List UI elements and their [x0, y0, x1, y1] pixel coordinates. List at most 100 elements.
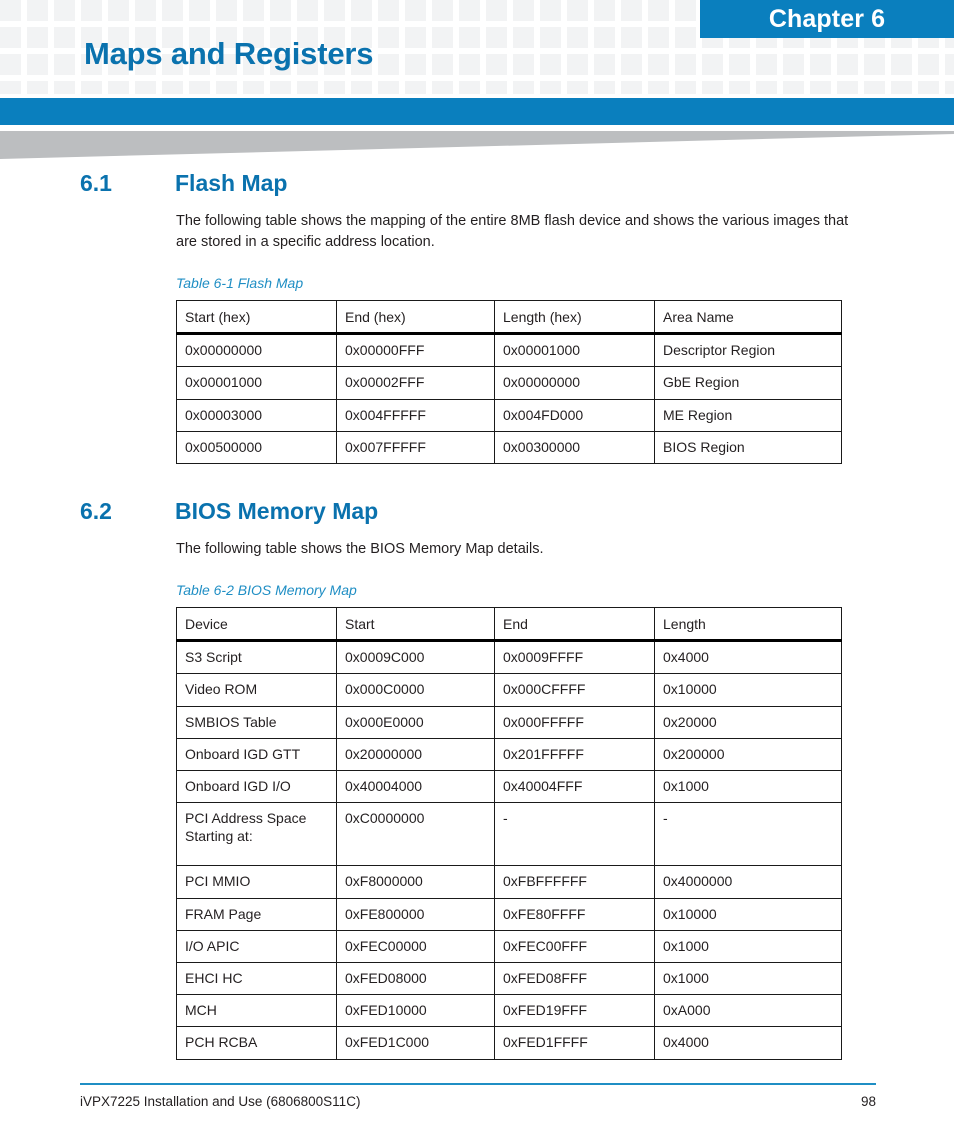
footer-divider: [80, 1083, 876, 1085]
chapter-banner: Chapter 6: [700, 0, 954, 38]
table-cell: 0xFED08000: [336, 962, 495, 996]
table-cell: 0xFEC00000: [336, 929, 495, 964]
table-cell: 0x00000FFF: [336, 333, 495, 368]
table-cell: 0xFE800000: [336, 897, 495, 931]
table-cell: 0x00000000: [176, 333, 337, 368]
flash-map-table: Start (hex) End (hex) Length (hex) Area …: [176, 300, 842, 464]
table-cell: 0x0009FFFF: [494, 640, 655, 675]
table-cell: 0xFEC00FFF: [494, 929, 655, 964]
table-row: 0x00001000 0x00002FFF 0x00000000 GbE Reg…: [176, 366, 842, 400]
table-cell: 0x10000: [654, 673, 842, 707]
chapter-label: Chapter 6: [768, 4, 886, 33]
table-cell: 0x000CFFFF: [494, 673, 655, 707]
column-header: Start: [336, 606, 495, 643]
footer-page-number: 98: [860, 1094, 876, 1109]
table-row: MCH 0xFED10000 0xFED19FFF 0xA000: [176, 994, 842, 1028]
table-cell: 0xFED19FFF: [494, 994, 655, 1028]
section-flash-map: 6.1 Flash Map The following table shows …: [0, 170, 954, 464]
table-cell: 0x000FFFFF: [494, 705, 655, 739]
page-content: 6.1 Flash Map The following table shows …: [0, 170, 954, 1060]
table-cell: 0x000C0000: [336, 673, 495, 707]
table-cell: 0xC0000000: [336, 802, 495, 867]
table-cell: 0x4000000: [654, 865, 842, 899]
section-number: 6.2: [80, 497, 112, 524]
table-row: Onboard IGD I/O 0x40004000 0x40004FFF 0x…: [176, 769, 842, 804]
table-cell: 0xFBFFFFFF: [494, 865, 655, 899]
table-row: S3 Script 0x0009C000 0x0009FFFF 0x4000: [176, 640, 842, 675]
table-cell: 0xFED08FFF: [494, 962, 655, 996]
table-cell: 0x201FFFFF: [494, 737, 655, 771]
table-row: Onboard IGD GTT 0x20000000 0x201FFFFF 0x…: [176, 737, 842, 771]
column-header: Length: [654, 606, 842, 643]
table-row: SMBIOS Table 0x000E0000 0x000FFFFF 0x200…: [176, 705, 842, 739]
bios-memory-map-table: Device Start End Length S3 Script 0x0009…: [176, 606, 842, 1060]
table-row: FRAM Page 0xFE800000 0xFE80FFFF 0x10000: [176, 897, 842, 931]
column-header: Length (hex): [494, 300, 655, 336]
table-cell: 0x4000: [654, 640, 842, 675]
table-block-bios-memory-map: Table 6-2 BIOS Memory Map Device Start E…: [176, 582, 866, 1060]
table-cell: 0x00002FFF: [336, 366, 495, 400]
table-cell: EHCI HC: [176, 962, 337, 996]
footer-row: iVPX7225 Installation and Use (6806800S1…: [80, 1094, 876, 1109]
table-cell: 0x0009C000: [336, 640, 495, 675]
table-row: PCI MMIO 0xF8000000 0xFBFFFFFF 0x4000000: [176, 865, 842, 899]
table-row: 0x00500000 0x007FFFFF 0x00300000 BIOS Re…: [176, 430, 842, 464]
section-intro-text: The following table shows the BIOS Memor…: [176, 540, 544, 557]
table-row: Video ROM 0x000C0000 0x000CFFFF 0x10000: [176, 673, 842, 707]
column-header: Device: [176, 606, 337, 643]
table-cell: MCH: [176, 994, 337, 1028]
table-caption: Table 6-1 Flash Map: [176, 275, 304, 292]
table-cell: 0x1000: [654, 962, 842, 996]
table-cell: 0x4000: [654, 1026, 842, 1060]
section-heading: 6.1 Flash Map: [0, 170, 954, 197]
table-caption: Table 6-2 BIOS Memory Map: [176, 581, 357, 598]
table-cell: Onboard IGD GTT: [176, 737, 337, 771]
table-cell: SMBIOS Table: [176, 705, 337, 739]
table-cell: S3 Script: [176, 640, 337, 675]
table-header-row: Start (hex) End (hex) Length (hex) Area …: [176, 300, 842, 336]
table-cell: BIOS Region: [654, 430, 842, 464]
table-cell: 0x00001000: [494, 333, 655, 368]
table-cell: 0x40004FFF: [494, 769, 655, 804]
column-header: Area Name: [654, 300, 842, 336]
table-cell: GbE Region: [654, 366, 842, 400]
table-cell: 0x00300000: [494, 430, 655, 464]
header-swoosh: [0, 129, 954, 159]
table-row: EHCI HC 0xFED08000 0xFED08FFF 0x1000: [176, 962, 842, 996]
table-cell: 0x20000: [654, 705, 842, 739]
column-header: End: [494, 606, 655, 643]
table-cell: 0x00500000: [176, 430, 337, 464]
section-title: Flash Map: [175, 170, 288, 196]
section-body: The following table shows the mapping of…: [0, 211, 954, 464]
section-intro-text: The following table shows the mapping of…: [176, 213, 849, 251]
table-cell: 0x20000000: [336, 737, 495, 771]
table-cell: 0x00000000: [494, 366, 655, 400]
table-cell: -: [494, 802, 655, 867]
table-cell: 0x1000: [654, 769, 842, 804]
table-cell: 0x007FFFFF: [336, 430, 495, 464]
table-cell: Video ROM: [176, 673, 337, 707]
table-cell: 0xFED10000: [336, 994, 495, 1028]
section-number: 6.1: [80, 170, 112, 196]
table-cell: -: [654, 802, 842, 867]
table-block-flash-map: Table 6-1 Flash Map Start (hex) End (hex…: [176, 275, 866, 464]
table-cell: 0xFED1FFFF: [494, 1026, 655, 1060]
page-title: Maps and Registers: [84, 36, 374, 71]
table-cell: PCI Address Space Starting at:: [176, 802, 337, 867]
page-header: Chapter 6 Maps and Registers: [0, 0, 954, 130]
table-cell: 0xFED1C000: [336, 1026, 495, 1060]
table-cell: 0x004FFFFF: [336, 398, 495, 432]
table-cell: 0x000E0000: [336, 705, 495, 739]
page-footer: iVPX7225 Installation and Use (6806800S1…: [80, 1083, 876, 1109]
table-cell: 0x00003000: [176, 398, 337, 432]
table-row: PCH RCBA 0xFED1C000 0xFED1FFFF 0x4000: [176, 1026, 842, 1060]
header-accent-bar: [0, 98, 954, 125]
table-cell: FRAM Page: [176, 897, 337, 931]
table-cell: 0x1000: [654, 929, 842, 964]
table-header-row: Device Start End Length: [176, 606, 842, 643]
table-cell: 0xA000: [654, 994, 842, 1028]
table-row: I/O APIC 0xFEC00000 0xFEC00FFF 0x1000: [176, 929, 842, 964]
table-cell: I/O APIC: [176, 929, 337, 964]
table-cell: ME Region: [654, 398, 842, 432]
table-row: PCI Address Space Starting at: 0xC000000…: [176, 802, 842, 867]
